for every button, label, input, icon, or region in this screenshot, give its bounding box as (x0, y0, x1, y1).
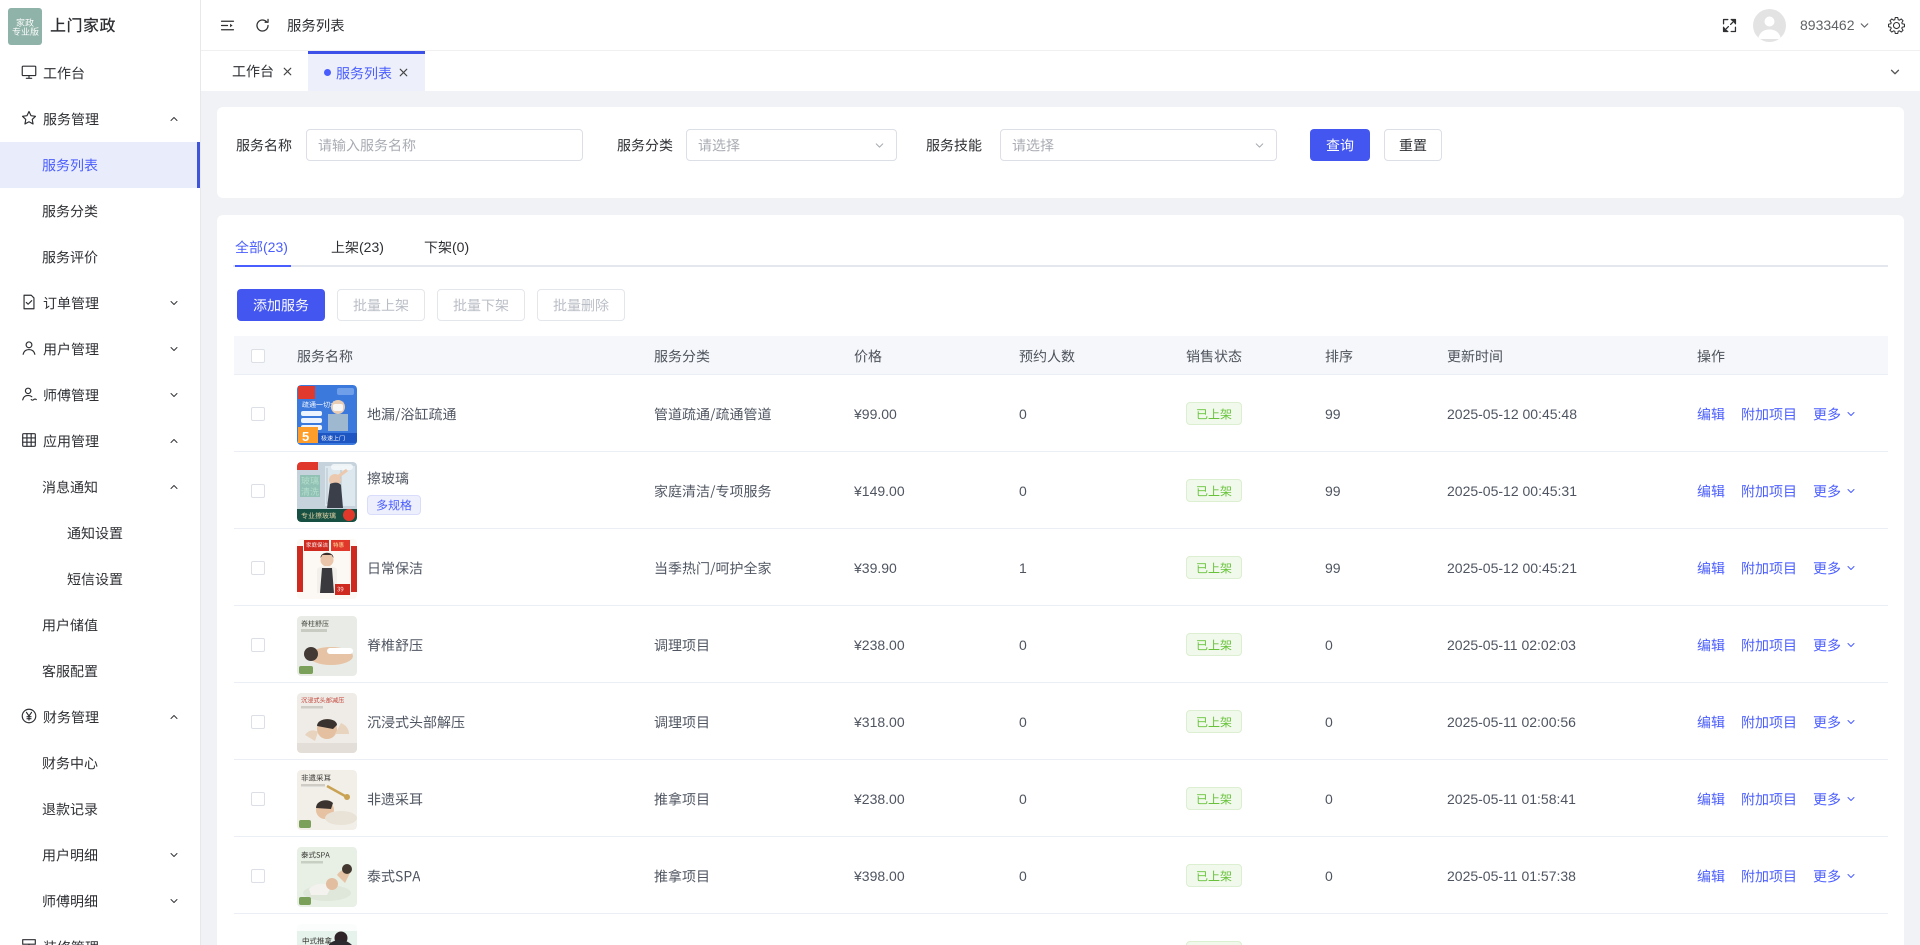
svg-text:5: 5 (302, 429, 309, 444)
